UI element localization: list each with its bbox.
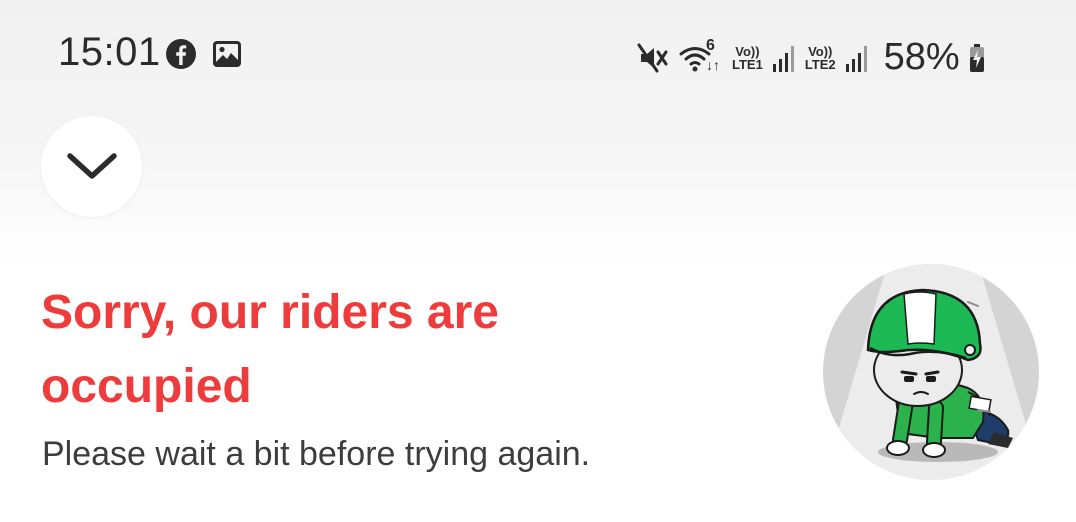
facebook-icon (166, 39, 196, 69)
signal-icon (845, 45, 867, 72)
chevron-down-icon (66, 152, 117, 179)
battery-charging-icon (969, 43, 984, 72)
wifi-generation: 6 (706, 36, 715, 54)
status-time: 15:01 (58, 30, 161, 74)
wifi-group: 6 ↓↑ (678, 37, 724, 75)
status-bar: 15:01 6 ↓↑ Vo)) LTE1 Vo)) LTE2 58% (0, 0, 1076, 108)
sim1-label: Vo)) LTE1 (732, 45, 763, 71)
sim2-volte: Vo)) (808, 43, 833, 59)
status-right-icons: 6 ↓↑ Vo)) LTE1 Vo)) LTE2 58% (636, 36, 986, 79)
error-title: Sorry, our riders are occupied (41, 286, 499, 413)
collapse-button[interactable] (41, 116, 142, 217)
sim2-label: Vo)) LTE2 (805, 45, 836, 71)
mute-icon (637, 43, 668, 72)
sim1-volte: Vo)) (735, 43, 760, 59)
signal-icon (772, 45, 794, 72)
wifi-arrows-icon: ↓↑ (706, 56, 720, 73)
status-left-icons (165, 38, 243, 70)
sad-rider-illustration (823, 264, 1039, 480)
sim1-lte: LTE1 (732, 56, 763, 72)
gallery-icon (213, 41, 241, 67)
error-subtitle: Please wait a bit before trying again. (42, 435, 591, 473)
sim2-lte: LTE2 (804, 56, 836, 72)
battery-percent: 58% (883, 36, 960, 78)
